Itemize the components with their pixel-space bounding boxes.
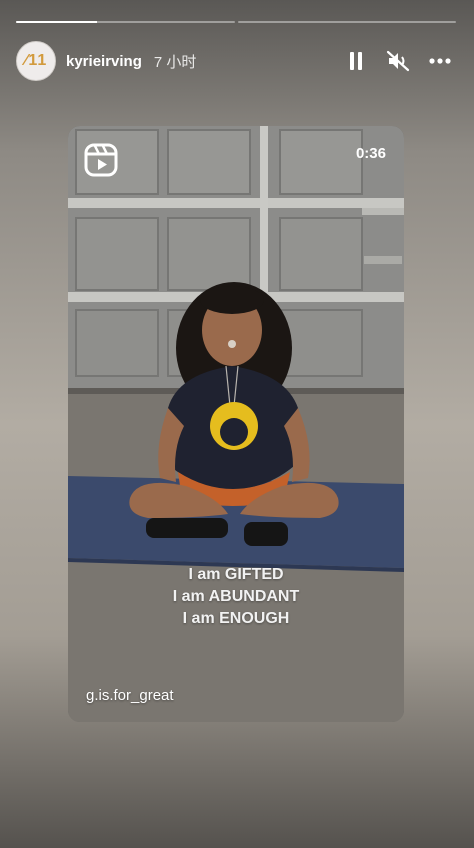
avatar[interactable]: ⁄11 bbox=[16, 41, 56, 81]
story-progress bbox=[16, 21, 456, 24]
video-duration: 0:36 bbox=[355, 145, 386, 162]
pause-button[interactable] bbox=[344, 49, 368, 73]
video-source-handle[interactable]: g.is.for_great bbox=[86, 687, 174, 704]
story-header: ⁄11 kyrieirving 7 小时 bbox=[16, 41, 456, 81]
more-button[interactable] bbox=[428, 49, 452, 73]
video-caption: I am GIFTED I am ABUNDANT I am ENOUGH bbox=[68, 564, 404, 630]
story-video[interactable]: 0:36 I am GIFTED I am ABUNDANT I am ENOU… bbox=[68, 126, 404, 722]
post-time: 7 小时 bbox=[153, 53, 197, 71]
mute-button[interactable] bbox=[386, 49, 410, 73]
speaker-muted-icon bbox=[386, 50, 410, 72]
username[interactable]: kyrieirving bbox=[66, 53, 142, 70]
story-controls bbox=[344, 49, 456, 73]
caption-line: I am GIFTED bbox=[188, 566, 284, 583]
story-progress-segment bbox=[237, 21, 456, 23]
video-frame bbox=[68, 126, 404, 722]
caption-line: I am ENOUGH bbox=[182, 610, 290, 627]
reels-icon bbox=[84, 143, 118, 177]
story-progress-segment bbox=[16, 21, 235, 23]
caption-line: I am ABUNDANT bbox=[172, 588, 300, 605]
more-icon bbox=[429, 58, 451, 64]
pause-icon bbox=[350, 52, 362, 70]
